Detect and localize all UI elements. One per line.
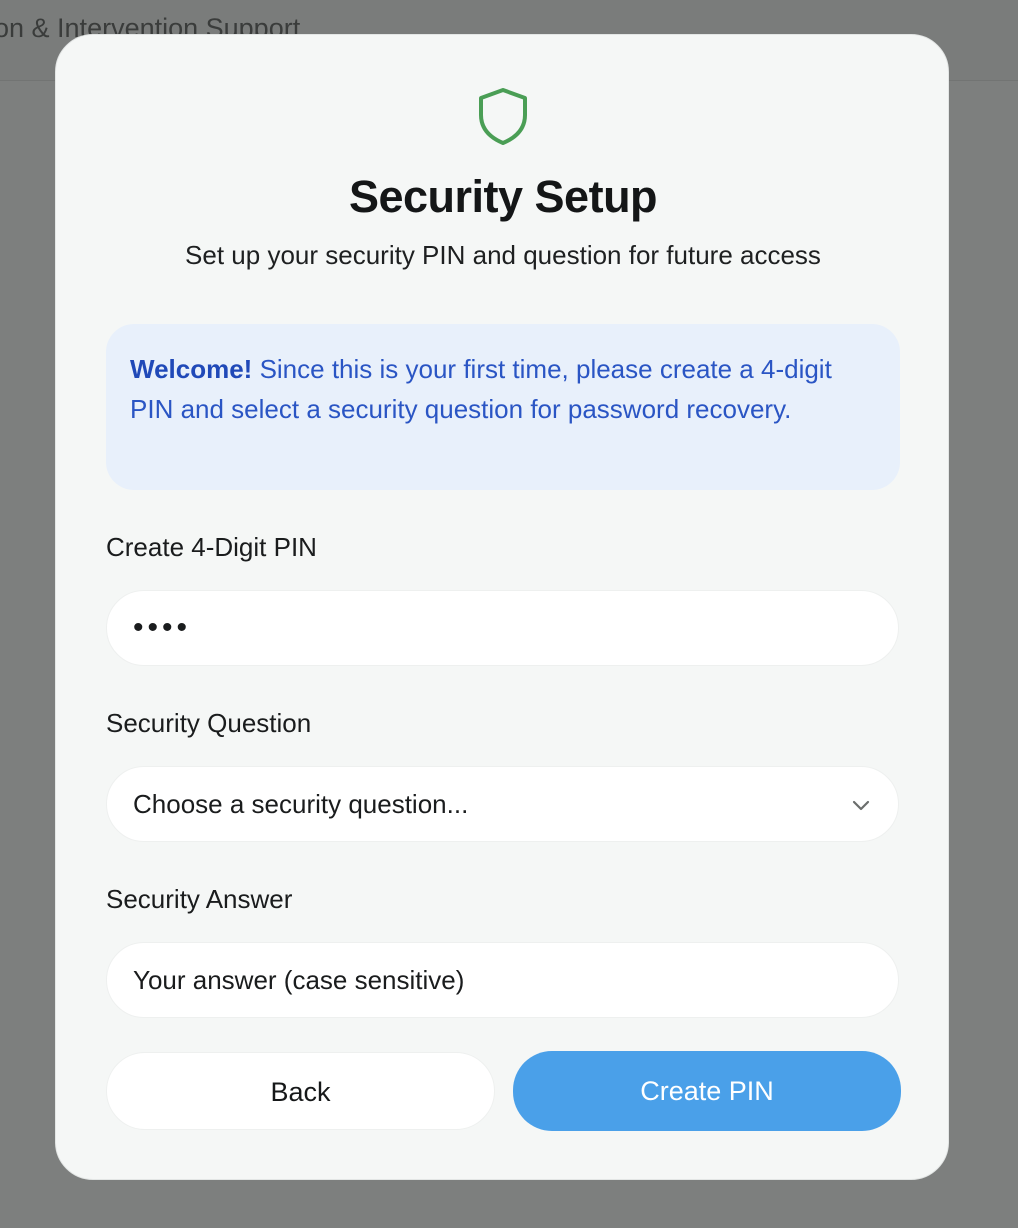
security-question-select[interactable]: Choose a security question...: [106, 766, 899, 842]
welcome-strong-text: Welcome!: [130, 354, 253, 384]
security-setup-modal: Security Setup Set up your security PIN …: [55, 34, 949, 1180]
create-pin-button[interactable]: Create PIN: [513, 1051, 901, 1131]
back-button[interactable]: Back: [106, 1052, 495, 1130]
pin-input[interactable]: ••••: [106, 590, 899, 666]
security-answer-label: Security Answer: [106, 884, 293, 914]
pin-input-value: ••••: [133, 611, 192, 644]
security-question-selected-value: Choose a security question...: [133, 789, 469, 819]
welcome-info-box: Welcome! Since this is your first time, …: [106, 324, 900, 490]
security-question-label: Security Question: [106, 708, 312, 738]
shield-icon: [479, 88, 527, 145]
chevron-down-icon: [852, 800, 870, 811]
security-answer-placeholder: Your answer (case sensitive): [133, 965, 465, 995]
modal-subtitle: Set up your security PIN and question fo…: [185, 240, 821, 270]
modal-title: Security Setup: [348, 171, 658, 222]
security-answer-input[interactable]: Your answer (case sensitive): [106, 942, 899, 1018]
pin-label: Create 4-Digit PIN: [106, 532, 317, 562]
